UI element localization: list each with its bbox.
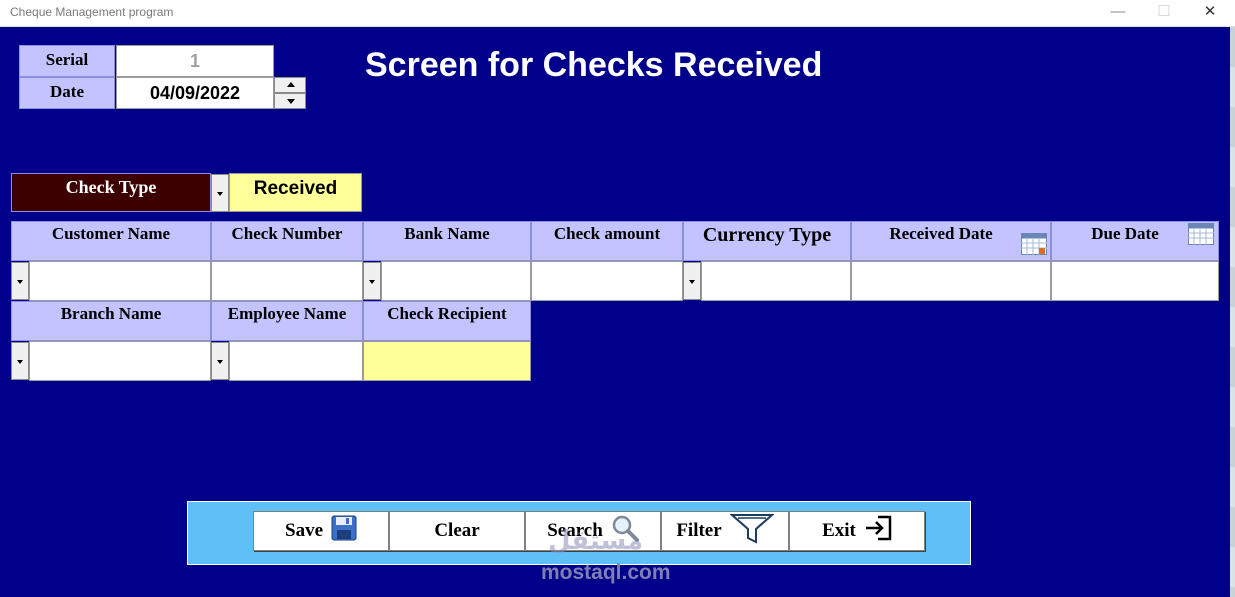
- employee-name-dropdown-arrow-icon[interactable]: [211, 342, 229, 380]
- close-button[interactable]: ✕: [1187, 0, 1233, 26]
- date-label: Date: [19, 77, 115, 109]
- watermark-arabic-logo: مستقل: [548, 526, 644, 556]
- clear-button-label: Clear: [434, 520, 480, 541]
- received-date-calendar-icon[interactable]: [1021, 233, 1047, 260]
- save-button-label: Save: [285, 520, 323, 541]
- check-recipient-label: Check Recipient: [363, 301, 531, 341]
- background-window-edge: [1230, 27, 1235, 597]
- date-field[interactable]: 04/09/2022: [116, 77, 274, 109]
- filter-button[interactable]: Filter: [661, 511, 789, 551]
- funnel-icon: [729, 512, 775, 550]
- bank-name-field[interactable]: [381, 261, 531, 301]
- check-type-label: Check Type: [11, 173, 211, 212]
- exit-icon: [864, 515, 892, 547]
- check-type-value[interactable]: Received: [229, 173, 362, 212]
- maximize-button[interactable]: ☐: [1141, 0, 1187, 26]
- check-amount-field[interactable]: [531, 261, 683, 301]
- floppy-disk-icon: [331, 515, 357, 547]
- customer-name-dropdown-arrow-icon[interactable]: [11, 262, 29, 300]
- page-title: Screen for Checks Received: [365, 46, 823, 84]
- check-amount-label: Check amount: [531, 221, 683, 261]
- employee-name-field[interactable]: [229, 341, 363, 381]
- date-spin-down-button[interactable]: [274, 93, 306, 109]
- watermark-text: mostaql.com: [541, 561, 671, 584]
- check-number-field[interactable]: [211, 261, 363, 301]
- check-recipient-field[interactable]: [363, 341, 531, 381]
- currency-type-label: Currency Type: [683, 221, 851, 261]
- due-date-field[interactable]: [1051, 261, 1219, 301]
- window-title: Cheque Management program: [10, 5, 174, 19]
- bank-name-label: Bank Name: [363, 221, 531, 261]
- branch-name-label: Branch Name: [11, 301, 211, 341]
- bank-name-dropdown-arrow-icon[interactable]: [363, 262, 381, 300]
- minimize-button[interactable]: —: [1095, 0, 1141, 26]
- serial-field[interactable]: 1: [116, 45, 274, 77]
- check-number-label: Check Number: [211, 221, 363, 261]
- save-button[interactable]: Save: [253, 511, 389, 551]
- due-date-calendar-icon[interactable]: [1188, 223, 1214, 250]
- branch-name-field[interactable]: [29, 341, 211, 381]
- currency-type-dropdown-arrow-icon[interactable]: [683, 262, 701, 300]
- received-date-field[interactable]: [851, 261, 1051, 301]
- serial-label: Serial: [19, 45, 115, 77]
- date-spin-up-button[interactable]: [274, 77, 306, 93]
- currency-type-field[interactable]: [701, 261, 851, 301]
- clear-button[interactable]: Clear: [389, 511, 525, 551]
- exit-button-label: Exit: [822, 520, 856, 541]
- filter-button-label: Filter: [676, 520, 722, 541]
- window-titlebar: Cheque Management program — ☐ ✕: [0, 0, 1235, 27]
- employee-name-label: Employee Name: [211, 301, 363, 341]
- exit-button[interactable]: Exit: [789, 511, 925, 551]
- customer-name-label: Customer Name: [11, 221, 211, 261]
- check-type-dropdown-arrow-icon[interactable]: [211, 174, 229, 212]
- branch-name-dropdown-arrow-icon[interactable]: [11, 342, 29, 380]
- customer-name-field[interactable]: [29, 261, 211, 301]
